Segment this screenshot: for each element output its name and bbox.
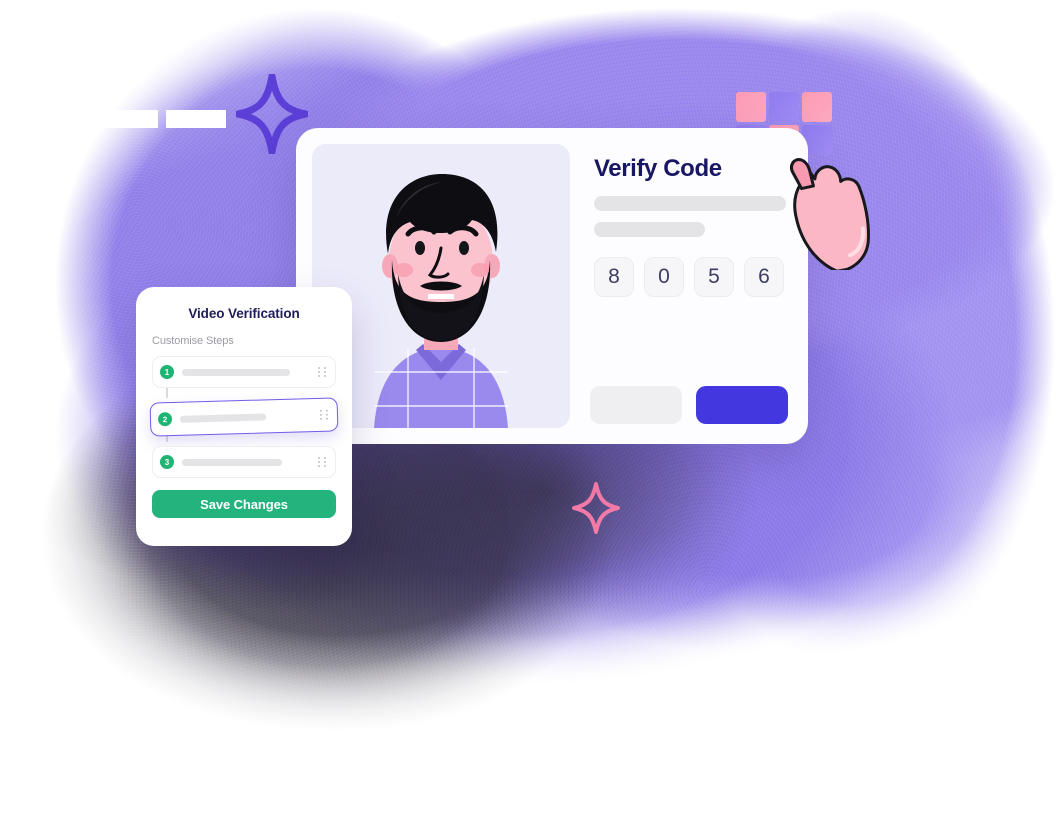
submit-button[interactable] — [696, 386, 788, 424]
step-label-placeholder — [179, 412, 267, 423]
step-item-2[interactable]: 2 — [149, 397, 339, 437]
save-changes-button[interactable]: Save Changes — [152, 490, 336, 518]
step-number-badge: 2 — [157, 412, 173, 427]
pointing-hand-icon — [790, 158, 870, 270]
cancel-button[interactable] — [590, 386, 682, 424]
step-item-1[interactable]: 1 — [152, 356, 336, 388]
grid-square — [769, 92, 799, 122]
code-digit-3[interactable]: 5 — [694, 257, 734, 298]
grid-square — [736, 92, 766, 122]
grid-square — [802, 92, 832, 122]
step-number-badge: 3 — [160, 455, 174, 469]
steps-list: 1 2 3 — [149, 356, 339, 478]
step-label-placeholder — [182, 368, 290, 376]
card-subtitle: Customise Steps — [152, 335, 234, 347]
artifact-bar — [0, 110, 30, 128]
verify-form: Verify Code 8 0 5 6 — [594, 155, 786, 298]
step-item-3[interactable]: 3 — [152, 446, 336, 478]
drag-handle-icon[interactable] — [319, 409, 329, 420]
code-digit-1[interactable]: 8 — [594, 257, 634, 298]
illustration-stage: Verify Code 8 0 5 6 Video Verification C… — [0, 0, 1058, 833]
video-verification-card: Video Verification Customise Steps 1 2 3… — [136, 287, 352, 546]
drag-handle-icon[interactable] — [318, 457, 327, 467]
page-title: Verify Code — [594, 155, 722, 182]
code-digit-2[interactable]: 0 — [644, 257, 684, 298]
card-title: Video Verification — [188, 306, 300, 321]
placeholder-bar-primary — [594, 196, 786, 212]
step-label-placeholder — [182, 458, 282, 466]
verification-code-input-group[interactable]: 8 0 5 6 — [594, 257, 786, 298]
artifact-bar — [40, 110, 158, 128]
drag-handle-icon[interactable] — [318, 367, 327, 377]
verify-code-card: Verify Code 8 0 5 6 — [296, 128, 808, 444]
step-number-badge: 1 — [160, 365, 174, 379]
artifact-bar — [166, 110, 226, 128]
placeholder-bar-secondary — [594, 222, 706, 238]
sparkle-icon-bottom — [572, 482, 620, 534]
verify-actions — [590, 386, 788, 424]
